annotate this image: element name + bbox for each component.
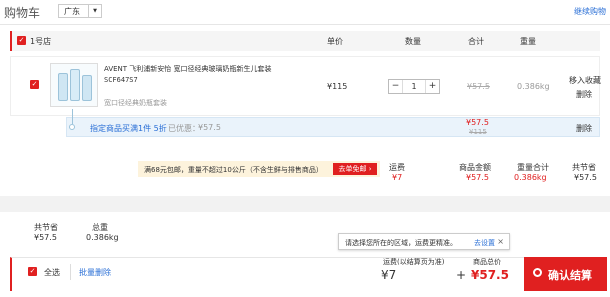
- saved-value: ¥57.5: [574, 173, 597, 182]
- section-divider: [0, 196, 610, 212]
- item-weight: 0.386kg: [517, 82, 550, 91]
- freight-label: 运费: [389, 163, 405, 172]
- promo-dot-icon: [69, 124, 75, 130]
- add-for-free-shipping-label: 去单免邮: [338, 165, 367, 173]
- promo-connector: [72, 109, 73, 124]
- select-all-label[interactable]: 全选: [44, 267, 60, 278]
- promo-discount-value: ¥57.5: [198, 123, 221, 132]
- cart-item-row: [10, 56, 600, 116]
- plus-sign: +: [456, 268, 467, 282]
- decrement-button[interactable]: −: [389, 80, 403, 93]
- promo-rule: 指定商品买满1件 5折: [90, 124, 167, 133]
- header-divider: [0, 24, 610, 25]
- cart-icon: [533, 268, 542, 277]
- summary-saved-value: ¥57.5: [34, 233, 57, 242]
- store-checkbox[interactable]: ✓: [17, 36, 26, 45]
- promo-total-new: ¥57.5: [466, 118, 489, 127]
- saved-label: 共节省: [572, 163, 596, 172]
- region-settings-link[interactable]: 去设置: [474, 238, 495, 248]
- goods-total-label: 商品金额: [459, 163, 491, 172]
- col-header-qty: 数量: [405, 37, 421, 46]
- summary-weight-value: 0.386kg: [86, 233, 119, 242]
- chevron-right-icon: ›: [366, 165, 372, 173]
- product-title[interactable]: AVENT 飞利浦新安怡 宽口径经典玻璃奶瓶新生儿套装: [104, 64, 272, 74]
- chevron-down-icon: ▼: [88, 5, 101, 17]
- goods-total-value: ¥57.5: [466, 173, 489, 182]
- region-value: 广东: [64, 7, 80, 16]
- free-shipping-text: 满68元包邮，重量不超过10公斤（不含生鲜与排售商品）: [144, 166, 323, 174]
- store-name: 1号店: [30, 37, 52, 46]
- add-for-free-shipping-button[interactable]: 去单免邮 ›: [333, 163, 377, 175]
- weight-total-value: 0.386kg: [514, 173, 547, 182]
- region-select[interactable]: 广东 ▼: [58, 4, 102, 18]
- delete-item-link[interactable]: 删除: [576, 89, 592, 100]
- summary-weight-label: 总重: [92, 223, 108, 232]
- product-variant: 宽口径经典奶瓶套装: [104, 99, 167, 107]
- col-header-weight: 重量: [520, 37, 536, 46]
- bottle-icon: [70, 69, 80, 101]
- quantity-value[interactable]: 1: [403, 80, 425, 93]
- bottom-divider: [70, 264, 71, 280]
- region-tooltip: 请选择您所在的区域，运费更精准。 去设置 ×: [338, 233, 510, 250]
- checkout-button-label: 确认结算: [548, 269, 592, 282]
- checkout-button[interactable]: 确认结算: [524, 257, 607, 291]
- promo-delete-link[interactable]: 删除: [576, 123, 592, 134]
- bottom-goods-label: 商品总价: [473, 258, 501, 266]
- bottom-freight-label: 运费(以结算页为准): [383, 258, 445, 266]
- weight-total-label: 重量合计: [517, 163, 549, 172]
- page-title: 购物车: [4, 6, 41, 20]
- bottle-icon: [82, 75, 92, 101]
- freight-value: ¥7: [392, 173, 403, 182]
- continue-shopping-link[interactable]: 继续购物: [574, 6, 606, 17]
- item-price: ¥115: [327, 82, 348, 91]
- region-tooltip-text: 请选择您所在的区域，运费更精准。: [345, 239, 457, 247]
- bottle-icon: [58, 73, 68, 101]
- close-icon[interactable]: ×: [497, 237, 504, 246]
- item-total-old: ¥57.5: [467, 82, 490, 91]
- promo-total-old: ¥115: [469, 128, 487, 136]
- bottom-goods-value: ¥57.5: [471, 268, 509, 282]
- col-header-price: 单价: [327, 37, 343, 46]
- batch-delete-link[interactable]: 批量删除: [79, 267, 111, 278]
- product-image[interactable]: [50, 63, 98, 107]
- quantity-stepper[interactable]: − 1 +: [388, 79, 440, 94]
- increment-button[interactable]: +: [425, 80, 439, 93]
- bottom-freight-value: ¥7: [381, 268, 397, 282]
- promo-discount-label: 已优惠：: [168, 124, 200, 133]
- select-all-checkbox[interactable]: ✓: [28, 267, 37, 276]
- store-header-row: [10, 31, 600, 51]
- item-checkbox[interactable]: ✓: [30, 80, 39, 89]
- summary-saved-label: 共节省: [34, 223, 58, 232]
- col-header-total: 合计: [468, 37, 484, 46]
- product-sku: SCF647S7: [104, 76, 138, 84]
- move-to-favorites-link[interactable]: 移入收藏: [569, 75, 601, 86]
